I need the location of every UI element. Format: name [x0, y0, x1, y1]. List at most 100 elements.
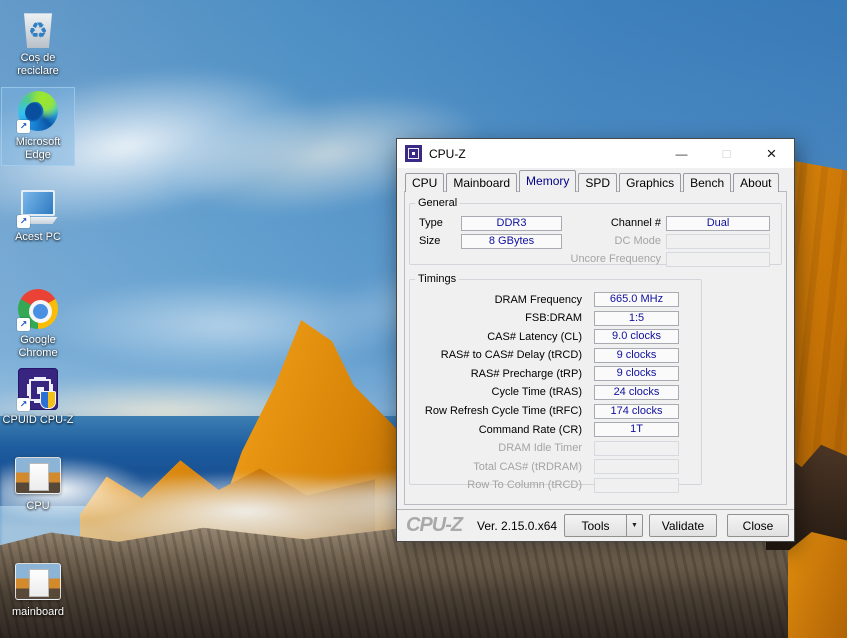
desktop-icon-cpuid-cpuz[interactable]: CPUID CPU-Z: [2, 366, 74, 430]
desktop-icon-cpu-image[interactable]: CPU: [2, 452, 74, 516]
timing-value: 174 clocks: [594, 403, 679, 419]
timing-value: 9 clocks: [594, 366, 679, 382]
desktop-icon-microsoft-edge[interactable]: Microsoft Edge: [1, 87, 75, 166]
timing-label: Row To Column (tRCD): [467, 479, 582, 492]
general-field-row: Channel # Dual: [538, 215, 776, 231]
timings-rows: DRAM Frequency 665.0 MHz FSB:DRAM 1:5 CA…: [410, 292, 701, 493]
timing-value: 1:5: [594, 310, 679, 326]
title-bar: CPU-Z — □ ×: [397, 139, 794, 168]
window-title: CPU-Z: [429, 146, 466, 161]
tab-about[interactable]: About: [733, 173, 779, 192]
timing-label: CAS# Latency (CL): [487, 330, 582, 343]
general-groupbox: General Type DDR3 Size 8 GBytes Channel …: [409, 197, 782, 267]
desktop-icon-image: [14, 454, 62, 498]
desktop-icon-google-chrome[interactable]: Google Chrome: [2, 286, 74, 363]
timing-row: Command Rate (CR) 1T: [410, 422, 701, 438]
desktop-icon-label: Microsoft Edge: [15, 136, 61, 161]
timing-label: RAS# Precharge (tRP): [470, 367, 582, 380]
close-button[interactable]: Close: [727, 514, 789, 537]
tools-dropdown-arrow-icon[interactable]: ▼: [626, 515, 642, 536]
timing-row: FSB:DRAM 1:5: [410, 310, 701, 326]
timing-value: 9.0 clocks: [594, 329, 679, 345]
field-label: Channel #: [610, 217, 661, 229]
timing-value: [594, 477, 679, 493]
timing-label: DRAM Idle Timer: [498, 442, 582, 455]
wallpaper-rock-bottom-right: [788, 532, 847, 638]
desktop-icon-image: [14, 90, 62, 134]
general-right-column: Channel # Dual DC Mode Uncore Frequency: [538, 215, 776, 269]
timing-row: DRAM Idle Timer: [410, 440, 701, 456]
validate-button[interactable]: Validate: [649, 514, 717, 537]
timing-value: 665.0 MHz: [594, 292, 679, 307]
timings-legend: Timings: [418, 273, 457, 285]
desktop-icon-recycle-bin[interactable]: Coș de reciclare: [2, 4, 74, 81]
timing-label: DRAM Frequency: [494, 293, 582, 306]
desktop-icon-image: [14, 368, 62, 412]
timing-value: 1T: [594, 422, 679, 438]
field-label: Uncore Frequency: [570, 253, 662, 265]
timing-row: RAS# Precharge (tRP) 9 clocks: [410, 366, 701, 382]
desktop-icon-label: Coș de reciclare: [17, 52, 59, 77]
field-value: [666, 251, 770, 267]
close-window-button[interactable]: ×: [749, 139, 794, 168]
tab-bench[interactable]: Bench: [683, 173, 732, 192]
window-controls: — □ ×: [659, 139, 794, 168]
shortcut-arrow-icon: [17, 318, 30, 331]
timing-row: DRAM Frequency 665.0 MHz: [410, 292, 701, 307]
shortcut-arrow-icon: [17, 215, 30, 228]
tab-cpu[interactable]: CPU: [405, 173, 445, 192]
desktop-icon-label: CPU: [26, 500, 50, 512]
timing-value: [594, 459, 679, 475]
tools-button[interactable]: Tools ▼: [564, 514, 643, 537]
general-field-row: DC Mode: [538, 233, 776, 249]
shortcut-arrow-icon: [17, 120, 30, 133]
tab-mainboard[interactable]: Mainboard: [446, 173, 518, 192]
field-label: Type: [419, 217, 443, 229]
tab-spd[interactable]: SPD: [578, 173, 618, 192]
timing-row: Row Refresh Cycle Time (tRFC) 174 clocks: [410, 403, 701, 419]
desktop-icon-label: Google Chrome: [18, 334, 58, 359]
desktop-icon-image: [14, 560, 62, 604]
desktop-icon-image: [14, 6, 62, 50]
tab-graphics[interactable]: Graphics: [619, 173, 682, 192]
icon-art: [21, 190, 55, 216]
minimize-button[interactable]: —: [659, 139, 704, 168]
general-field-row: Uncore Frequency: [538, 251, 776, 267]
timing-value: [594, 440, 679, 456]
tab-memory[interactable]: Memory: [519, 170, 577, 194]
version-label: Ver. 2.15.0.x64: [477, 519, 558, 533]
field-value: [666, 233, 770, 249]
desktop-icon-image: [14, 185, 62, 229]
desktop-icon-this-pc[interactable]: Acest PC: [2, 183, 74, 247]
tools-label: Tools: [581, 518, 610, 533]
timing-row: Total CAS# (tRDRAM): [410, 459, 701, 475]
maximize-button[interactable]: □: [704, 139, 749, 168]
timing-label: RAS# to CAS# Delay (tRCD): [440, 349, 582, 362]
desktop-icon-image: [14, 288, 62, 332]
field-value: Dual: [666, 215, 770, 231]
shortcut-arrow-icon: [17, 398, 30, 411]
icon-art: [24, 13, 52, 48]
timing-label: FSB:DRAM: [525, 312, 582, 325]
cpuz-window: CPU-Z — □ × CPU Mainboard Memory SPD Gra…: [396, 138, 795, 542]
desktop-icon-label: CPUID CPU-Z: [2, 414, 74, 426]
field-label: DC Mode: [614, 235, 661, 247]
timing-row: RAS# to CAS# Delay (tRCD) 9 clocks: [410, 347, 701, 363]
timings-groupbox: Timings DRAM Frequency 665.0 MHz FSB:DRA…: [409, 273, 702, 493]
desktop-icon-label: Acest PC: [15, 231, 61, 243]
desktop-icon-mainboard-image[interactable]: mainboard: [2, 558, 74, 622]
timing-label: Total CAS# (tRDRAM): [473, 460, 582, 473]
timing-label: Cycle Time (tRAS): [491, 386, 582, 399]
general-legend: General: [418, 197, 458, 209]
field-label: Size: [419, 235, 441, 247]
timing-row: Cycle Time (tRAS) 24 clocks: [410, 384, 701, 400]
timing-value: 24 clocks: [594, 384, 679, 400]
timing-label: Row Refresh Cycle Time (tRFC): [424, 405, 582, 418]
status-bar: CPU-Z Ver. 2.15.0.x64 Tools ▼ Validate C…: [397, 509, 794, 541]
timing-row: CAS# Latency (CL) 9.0 clocks: [410, 329, 701, 345]
tab-bar: CPU Mainboard Memory SPD Graphics Bench …: [405, 170, 781, 194]
icon-art: [15, 563, 61, 600]
timing-row: Row To Column (tRCD): [410, 477, 701, 493]
desktop-icon-label: mainboard: [12, 606, 64, 618]
timing-value: 9 clocks: [594, 347, 679, 363]
